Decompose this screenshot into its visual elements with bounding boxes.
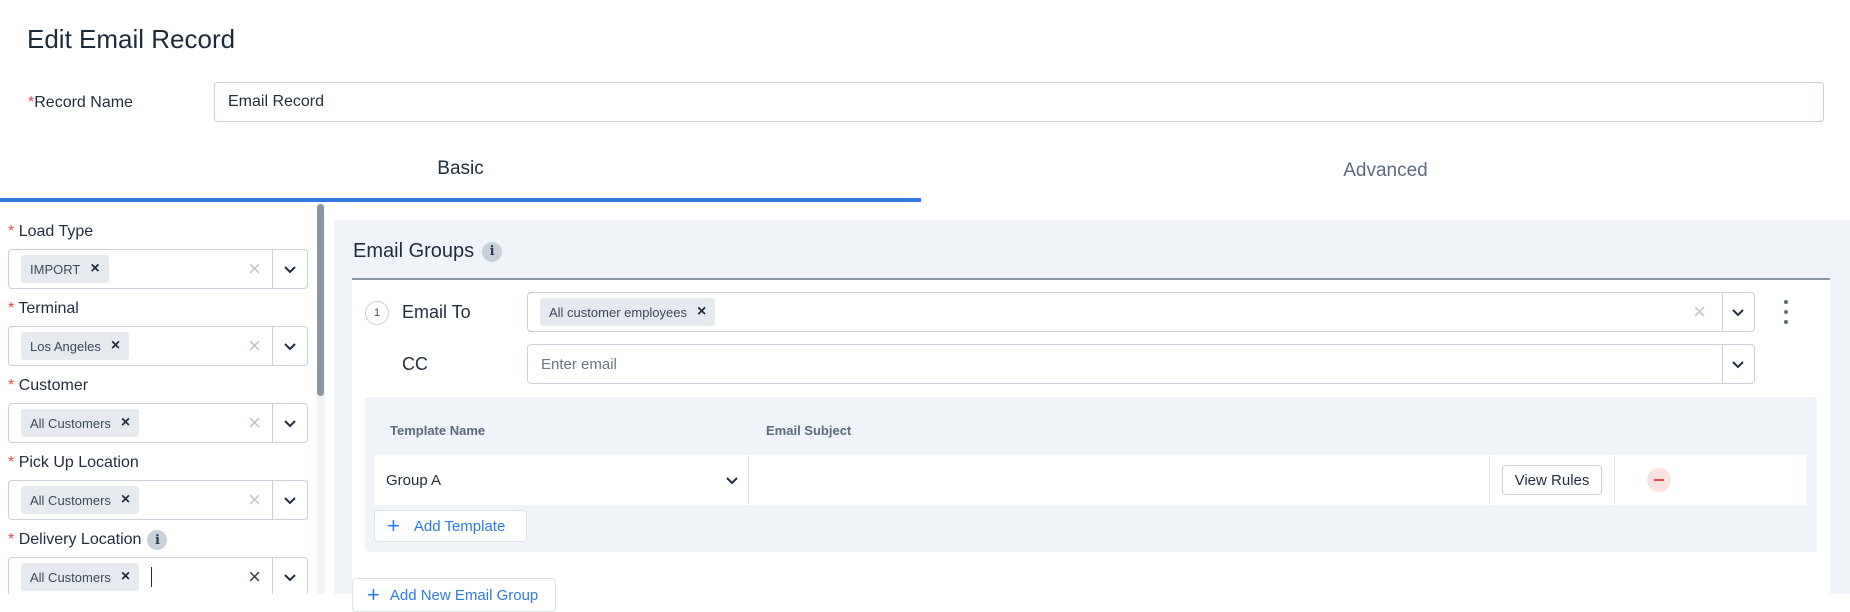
field-terminal: * Terminal Los Angeles × ×	[8, 299, 308, 366]
cc-placeholder: Enter email	[541, 355, 617, 373]
clear-icon[interactable]: ×	[248, 412, 261, 434]
filter-panel: * Load Type IMPORT × × * Terminal Los Ang…	[0, 202, 326, 594]
chip-remove-icon[interactable]: ×	[121, 569, 130, 585]
select-divider	[272, 481, 273, 519]
chip-remove-icon[interactable]: ×	[111, 338, 120, 354]
select-divider	[1722, 345, 1723, 383]
selected-chip: All Customers ×	[21, 563, 140, 591]
delivery-location-select[interactable]: All Customers × ×	[8, 557, 308, 594]
add-email-group-button[interactable]: + Add New Email Group	[352, 578, 556, 612]
email-to-label: Email To	[402, 302, 471, 322]
customer-select[interactable]: All Customers × ×	[8, 403, 308, 443]
select-divider	[272, 558, 273, 594]
chevron-down-icon[interactable]	[1730, 304, 1746, 320]
field-label: * Delivery Location i	[8, 530, 308, 550]
left-scrollbar-thumb[interactable]	[317, 204, 324, 396]
tab-advanced[interactable]: Advanced	[921, 140, 1850, 202]
field-label: * Customer	[8, 377, 89, 394]
chip-remove-icon[interactable]: ×	[90, 261, 99, 277]
chevron-down-icon[interactable]	[282, 492, 298, 508]
field-label: * Load Type	[8, 223, 94, 240]
plus-icon: +	[387, 513, 400, 538]
field-label: * Terminal	[8, 300, 79, 317]
terminal-select[interactable]: Los Angeles × ×	[8, 326, 308, 366]
template-table: Template Name Email Subject Group A View…	[365, 397, 1817, 552]
page-title: Edit Email Record	[27, 24, 236, 54]
chip-remove-icon[interactable]: ×	[121, 492, 130, 508]
add-template-label: Add Template	[413, 517, 506, 535]
email-groups-title-text: Email Groups	[353, 240, 475, 262]
selected-chip: All Customers ×	[21, 409, 140, 437]
group-number-badge: 1	[365, 301, 389, 325]
cell-divider	[1614, 455, 1615, 505]
select-divider	[272, 327, 273, 365]
column-header-email-subject: Email Subject	[766, 423, 852, 438]
text-cursor	[151, 567, 153, 587]
chevron-down-icon[interactable]	[724, 472, 740, 488]
chevron-down-icon[interactable]	[282, 569, 298, 585]
record-name-label-text: Record Name	[34, 94, 133, 111]
record-name-label: *Record Name	[28, 94, 133, 112]
email-subject-cell[interactable]	[750, 455, 1490, 505]
email-to-select[interactable]: All customer employees × ×	[527, 292, 1755, 332]
selected-chip: All customer employees ×	[540, 298, 716, 326]
clear-icon[interactable]: ×	[248, 489, 261, 511]
info-icon[interactable]: i	[482, 241, 503, 262]
email-groups-panel: Email Groups i 1 Email To All customer e…	[334, 220, 1850, 612]
cc-select[interactable]: Enter email	[527, 344, 1755, 384]
chip-remove-icon[interactable]: ×	[121, 415, 130, 431]
selected-chip: All Customers ×	[21, 486, 140, 514]
chip-remove-icon[interactable]: ×	[697, 304, 706, 320]
selected-chip: IMPORT ×	[21, 255, 109, 283]
add-template-button[interactable]: + Add Template	[374, 510, 527, 542]
field-delivery-location: * Delivery Location i All Customers × ×	[8, 530, 308, 594]
plus-icon: +	[367, 582, 380, 607]
clear-icon[interactable]: ×	[248, 566, 261, 588]
select-divider	[1722, 293, 1723, 331]
chevron-down-icon[interactable]	[282, 415, 298, 431]
tab-basic[interactable]: Basic	[0, 140, 921, 202]
chevron-down-icon[interactable]	[282, 261, 298, 277]
tab-bar: Basic Advanced	[0, 140, 1850, 202]
field-pick-up-location: * Pick Up Location All Customers × ×	[8, 453, 308, 520]
view-rules-button[interactable]: View Rules	[1502, 465, 1602, 495]
selected-chip: Los Angeles ×	[21, 332, 130, 360]
clear-icon[interactable]: ×	[248, 335, 261, 357]
field-load-type: * Load Type IMPORT × ×	[8, 222, 308, 289]
column-header-template-name: Template Name	[390, 423, 486, 438]
chevron-down-icon[interactable]	[1730, 356, 1746, 372]
template-name-select[interactable]: Group A	[374, 455, 749, 505]
clear-icon[interactable]: ×	[248, 258, 261, 280]
table-row: Group A View Rules	[374, 455, 1806, 505]
select-divider	[272, 404, 273, 442]
record-name-input[interactable]: Email Record	[214, 82, 1824, 122]
field-customer: * Customer All Customers × ×	[8, 376, 308, 443]
kebab-menu-icon[interactable]	[1783, 300, 1789, 324]
email-group-card: 1 Email To All customer employees × × CC …	[352, 278, 1830, 598]
load-type-select[interactable]: IMPORT × ×	[8, 249, 308, 289]
pick-up-location-select[interactable]: All Customers × ×	[8, 480, 308, 520]
cc-label: CC	[402, 354, 428, 374]
remove-icon[interactable]	[1647, 468, 1671, 492]
select-divider	[272, 250, 273, 288]
add-email-group-label: Add New Email Group	[389, 586, 539, 604]
chevron-down-icon[interactable]	[282, 338, 298, 354]
email-groups-title: Email Groups i	[353, 240, 503, 263]
clear-icon[interactable]: ×	[1693, 301, 1706, 323]
info-icon[interactable]: i	[147, 530, 168, 550]
field-label: * Pick Up Location	[8, 454, 139, 471]
